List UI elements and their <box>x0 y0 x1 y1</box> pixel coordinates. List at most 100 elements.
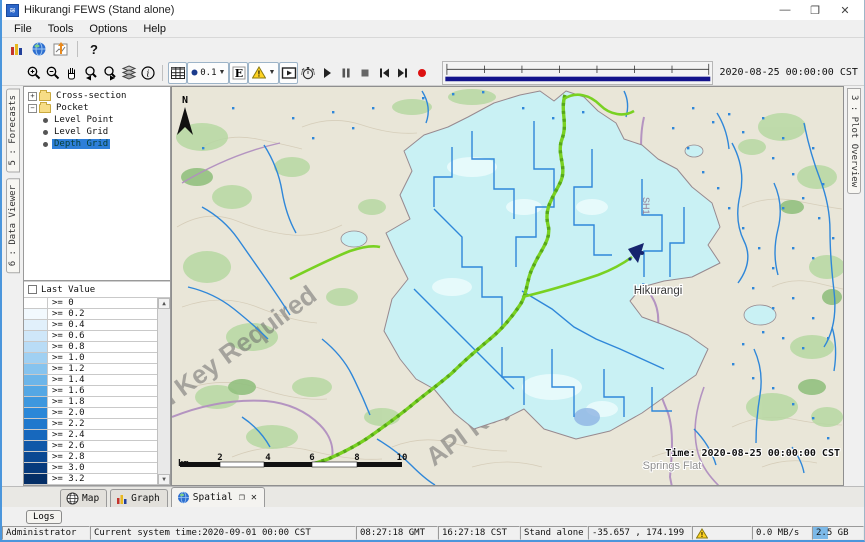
svg-text:2: 2 <box>217 453 222 463</box>
deep-water-patch <box>574 408 600 426</box>
svg-text:10: 10 <box>397 453 408 463</box>
close-button[interactable]: ✕ <box>830 1 860 19</box>
road-label: SH1 <box>641 197 651 215</box>
tab-maximize-icon[interactable]: ❐ <box>239 493 245 503</box>
legend-row: >= 3.2 <box>24 474 157 485</box>
status-gmt-time: 08:27:18 GMT <box>356 526 438 540</box>
left-tab-strip: 5 : Forecasts 6 : Data Viewer <box>2 86 23 486</box>
spatial-display-icon[interactable] <box>28 38 50 60</box>
record-button[interactable] <box>413 62 432 84</box>
chevron-down-icon: ▼ <box>219 69 226 76</box>
status-mode: Stand alone <box>520 526 588 540</box>
data-display-icon[interactable] <box>6 38 28 60</box>
map-toolbar: i 0.1 ▼ E ! ▼ <box>2 60 864 86</box>
legend-scrollbar[interactable]: ▲ ▼ <box>157 298 170 485</box>
map-canvas: API Key Required API Key Required <box>172 87 844 486</box>
status-bandwidth: 0.0 MB/s <box>752 526 812 540</box>
timeseries-edit-icon[interactable] <box>50 38 72 60</box>
tree-item-pocket[interactable]: − Pocket <box>26 102 170 114</box>
chevron-down-icon: ▼ <box>268 69 275 76</box>
last-value-checkbox[interactable] <box>28 285 37 294</box>
svg-text:N: N <box>182 95 188 106</box>
zoom-next-icon[interactable] <box>100 62 119 84</box>
main-area: 5 : Forecasts 6 : Data Viewer + Cross-se… <box>2 86 864 486</box>
menu-options[interactable]: Options <box>81 22 135 36</box>
tab-plot-overview[interactable]: 3 : Plot Overview <box>847 88 861 194</box>
menu-file[interactable]: File <box>6 22 40 36</box>
window-title: Hikurangi FEWS (Stand alone) <box>24 4 174 16</box>
globe-icon <box>177 491 190 504</box>
app-window: ≋ Hikurangi FEWS (Stand alone) — ❐ ✕ Fil… <box>0 0 865 542</box>
info-icon[interactable]: i <box>138 62 157 84</box>
status-warning-cell: ! <box>692 526 752 540</box>
bullet-icon <box>43 142 48 147</box>
legend-row: >= 0 <box>24 298 157 309</box>
step-forward-button[interactable] <box>394 62 413 84</box>
svg-text:i: i <box>146 69 149 79</box>
svg-text:8: 8 <box>354 453 359 463</box>
elevation-button[interactable]: E <box>229 62 248 84</box>
svg-text:!: ! <box>258 70 261 79</box>
expand-icon[interactable]: + <box>28 92 37 101</box>
pan-hand-icon[interactable] <box>62 62 81 84</box>
zoom-previous-icon[interactable] <box>81 62 100 84</box>
tab-data-viewer[interactable]: 6 : Data Viewer <box>6 178 20 273</box>
tab-spatial[interactable]: Spatial ❐ ✕ <box>171 487 265 507</box>
document-tab-bar: Map Graph Spatial ❐ ✕ <box>2 486 864 507</box>
step-back-button[interactable] <box>375 62 394 84</box>
tab-close-icon[interactable]: ✕ <box>251 493 257 503</box>
svg-text:6: 6 <box>309 453 314 463</box>
map-time-label: Time: 2020-08-25 00:00:00 CST <box>665 447 840 459</box>
zoom-out-icon[interactable] <box>43 62 62 84</box>
legend-row: >= 0.2 <box>24 309 157 320</box>
tab-map[interactable]: Map <box>60 489 107 507</box>
legend-row: >= 1.2 <box>24 364 157 375</box>
menu-help[interactable]: Help <box>135 22 174 36</box>
menu-bar: File Tools Options Help <box>2 20 864 38</box>
layer-tree: + Cross-section − Pocket Level Point Lev… <box>24 87 170 281</box>
tab-forecasts[interactable]: 5 : Forecasts <box>6 88 20 172</box>
scroll-up-icon[interactable]: ▲ <box>158 298 170 309</box>
logs-row: Logs <box>2 507 864 526</box>
layers-icon[interactable] <box>119 62 138 84</box>
tree-item-level-grid[interactable]: Level Grid <box>40 126 170 138</box>
status-coordinates: -35.657 , 174.199 <box>588 526 692 540</box>
class-break-dropdown[interactable]: 0.1 ▼ <box>187 62 229 84</box>
stop-button[interactable] <box>356 62 375 84</box>
legend-panel: Last Value >= 0 >= 0.2 >= 0.4 >= 0.6 >= … <box>24 281 170 485</box>
tree-item-cross-section[interactable]: + Cross-section <box>26 90 170 102</box>
animation-movie-button[interactable] <box>279 62 298 84</box>
map-view[interactable]: API Key Required API Key Required <box>171 86 844 486</box>
svg-text:!: ! <box>700 531 704 539</box>
legend-row: >= 2.2 <box>24 419 157 430</box>
grid-display-button[interactable] <box>168 62 187 84</box>
tree-item-depth-grid[interactable]: Depth Grid <box>40 138 170 150</box>
left-panel: + Cross-section − Pocket Level Point Lev… <box>23 86 171 486</box>
status-local-time: 16:27:18 CST <box>438 526 520 540</box>
pause-button[interactable] <box>337 62 356 84</box>
tab-graph[interactable]: Graph <box>110 489 168 507</box>
folder-icon <box>39 104 51 113</box>
scroll-down-icon[interactable]: ▼ <box>158 474 170 485</box>
warning-threshold-dropdown[interactable]: ! ▼ <box>248 62 279 84</box>
legend-row: >= 2.6 <box>24 441 157 452</box>
time-slider[interactable] <box>442 61 714 85</box>
legend-row: >= 2.4 <box>24 430 157 441</box>
timestep-clock-icon[interactable] <box>298 62 317 84</box>
zoom-in-icon[interactable] <box>24 62 43 84</box>
tree-item-level-point[interactable]: Level Point <box>40 114 170 126</box>
menu-tools[interactable]: Tools <box>40 22 82 36</box>
legend-row: >= 1.0 <box>24 353 157 364</box>
town-label: Hikurangi <box>634 285 683 297</box>
play-button[interactable] <box>318 62 337 84</box>
bullet-icon <box>43 118 48 123</box>
locality-label: Springs Flat <box>643 460 702 472</box>
legend-row: >= 0.4 <box>24 320 157 331</box>
legend-row: >= 1.6 <box>24 386 157 397</box>
maximize-button[interactable]: ❐ <box>800 1 830 19</box>
collapse-icon[interactable]: − <box>28 104 37 113</box>
logs-button[interactable]: Logs <box>26 510 62 524</box>
status-bar: Administrator Current system time:2020-0… <box>2 526 864 540</box>
minimize-button[interactable]: — <box>770 1 800 19</box>
help-button[interactable]: ? <box>83 38 105 60</box>
